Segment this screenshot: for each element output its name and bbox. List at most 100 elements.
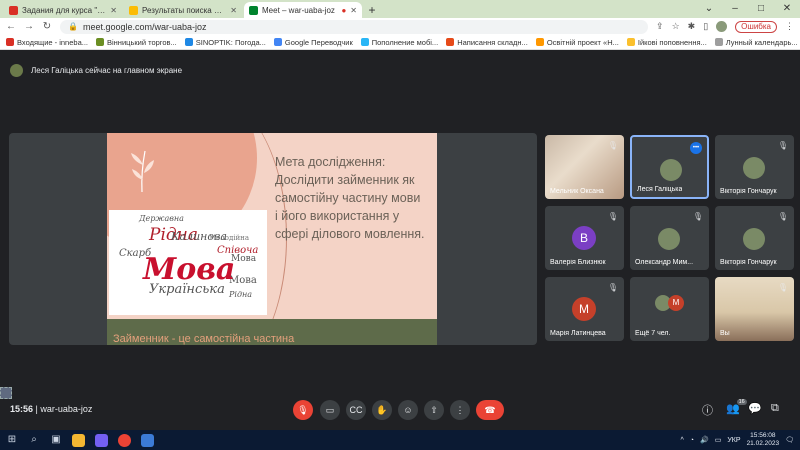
- wordcloud-sub: Українська: [149, 282, 225, 297]
- maximize-icon[interactable]: □: [748, 0, 774, 18]
- participant-avatar: [743, 157, 765, 179]
- language-indicator[interactable]: УКР: [727, 437, 740, 444]
- participant-name: Леся Галіцька: [637, 186, 683, 193]
- activities-button[interactable]: ⧉: [771, 402, 779, 415]
- profile-avatar[interactable]: [716, 21, 728, 32]
- participant-avatar: М: [668, 295, 684, 311]
- star-icon[interactable]: ☆: [672, 21, 680, 32]
- volume-icon[interactable]: 🔊: [700, 436, 709, 444]
- reload-icon[interactable]: ↻: [42, 21, 52, 32]
- bookmark-label: Написання складн...: [457, 37, 528, 47]
- sidebar-icon[interactable]: ▯: [703, 21, 708, 32]
- people-button[interactable]: 👥 16: [726, 399, 747, 415]
- clock-date: 21.02.2023: [746, 440, 780, 447]
- bookmark-label: Освітній проект «Н...: [546, 37, 619, 47]
- participant-tile[interactable]: 🎙 Вікторія Гончарук: [715, 206, 794, 270]
- lock-icon[interactable]: 🔒: [68, 22, 78, 31]
- emoji-button[interactable]: ☺: [398, 400, 418, 420]
- bookmark-item[interactable]: Лунный календарь...: [714, 38, 798, 47]
- notifications-icon[interactable]: 🗨: [785, 436, 794, 444]
- clock[interactable]: 15:56:08 21.02.2023: [747, 432, 780, 448]
- share-icon[interactable]: ⇪: [656, 21, 664, 32]
- tab-close-icon[interactable]: ✕: [350, 6, 357, 15]
- battery-icon[interactable]: ▭: [715, 436, 722, 444]
- browser-tab-active[interactable]: Meet – war-uaba-joz ● ✕: [244, 2, 362, 18]
- tab-favicon-icon: [9, 5, 18, 15]
- participant-avatar: М: [572, 297, 596, 321]
- participant-tile[interactable]: 🎙 Вікторія Гончарук: [715, 135, 794, 199]
- participant-tile[interactable]: М 🎙 Марія Латинцева: [545, 277, 624, 341]
- bookmark-item[interactable]: Входящие - inneba...: [6, 38, 88, 47]
- bookmark-label: SINOPTIK: Погода...: [195, 37, 266, 47]
- info-button[interactable]: ⓘ: [702, 402, 713, 418]
- tab-favicon-icon: [249, 5, 258, 15]
- error-button[interactable]: Ошибка: [735, 20, 777, 33]
- file-explorer-icon[interactable]: [72, 433, 85, 447]
- bookmark-item[interactable]: Ійкові поповнення...: [626, 38, 707, 47]
- bookmark-item[interactable]: Google Переводчик: [273, 38, 353, 47]
- new-tab-button[interactable]: +: [364, 2, 380, 18]
- camera-button[interactable]: ▭: [320, 400, 340, 420]
- bookmark-item[interactable]: Пополнение мобі...: [360, 37, 439, 47]
- wordcloud-word: Державна: [139, 214, 184, 223]
- raise-hand-button[interactable]: ✋: [372, 400, 392, 420]
- presenting-text: Леся Галіцька сейчас на главном экране: [31, 65, 183, 75]
- bookmark-label: Входящие - inneba...: [17, 37, 88, 47]
- menu-icon[interactable]: ⋮: [785, 21, 794, 32]
- clock-time: 15:56:08: [750, 432, 776, 439]
- participant-tile[interactable]: 🎙 Олександр Мим...: [630, 206, 709, 270]
- leaf-icon: [131, 150, 154, 193]
- participant-name: Марія Латинцева: [550, 330, 606, 337]
- slide-background: Мета дослідження: Дослідити займенник як…: [107, 133, 437, 345]
- main-stage[interactable]: Мета дослідження: Дослідити займенник як…: [9, 133, 537, 345]
- viber-icon[interactable]: [95, 433, 108, 447]
- participant-tile[interactable]: В 🎙 Валерія Близнюк: [545, 206, 624, 270]
- browser-tab[interactable]: Результаты поиска – Google Д... ✕: [124, 2, 242, 18]
- meeting-time: 15:56: [10, 404, 34, 414]
- windows-taskbar: ⊞ ⌕ ▣ ^ ◔ 🔊 ▭ УКР 15:56:08 21.02.2023 🗨: [0, 430, 800, 450]
- mic-off-button[interactable]: 🎙: [293, 400, 313, 420]
- bookmark-item[interactable]: Освітній проект «Н...: [535, 37, 619, 47]
- bookmark-favicon-icon: [714, 38, 723, 46]
- participant-name: Вікторія Гончарук: [720, 259, 777, 266]
- minimize-icon[interactable]: –: [722, 0, 748, 18]
- bookmark-item[interactable]: Написання складн...: [446, 38, 528, 47]
- close-window-icon[interactable]: ✕: [774, 0, 800, 18]
- back-icon[interactable]: ←: [6, 21, 16, 32]
- tab-close-icon[interactable]: ✕: [230, 6, 237, 15]
- more-participants-avatars: М: [655, 295, 684, 311]
- forward-icon[interactable]: →: [24, 21, 34, 32]
- browser-tab[interactable]: Задания для курса "ФБС-13 УКР" ✕: [4, 2, 122, 18]
- bookmark-item[interactable]: Вінницький торгов...: [96, 38, 177, 47]
- captions-button[interactable]: CC: [346, 400, 366, 420]
- participant-tile[interactable]: М Ещё 7 чел.: [630, 277, 709, 341]
- mic-off-icon: 🎙: [607, 141, 618, 150]
- extensions-icon[interactable]: ✱: [688, 21, 696, 32]
- mic-off-icon: 🎙: [607, 212, 618, 221]
- network-icon[interactable]: ◔: [690, 437, 694, 444]
- participant-tile[interactable]: 🎙 Вы: [715, 277, 794, 341]
- participant-tile[interactable]: ••• Леся Галіцька: [630, 135, 709, 199]
- bookmark-favicon-icon: [446, 38, 455, 46]
- meeting-info: 15:56 | war-uaba-joz: [10, 404, 92, 414]
- chat-button[interactable]: 💬: [748, 402, 762, 415]
- tab-search-icon[interactable]: ⌄: [696, 0, 722, 18]
- present-button[interactable]: ⇧: [424, 400, 444, 420]
- tray-expand-icon[interactable]: ^: [680, 437, 683, 444]
- more-options-button[interactable]: ⋮: [450, 400, 470, 420]
- bookmark-label: Пополнение мобі...: [371, 37, 439, 47]
- snipping-icon[interactable]: [141, 433, 154, 447]
- address-bar[interactable]: 🔒 meet.google.com/war-uaba-joz: [60, 19, 649, 34]
- windows-start-icon[interactable]: ⊞: [6, 434, 18, 446]
- search-icon[interactable]: ⌕: [28, 434, 40, 446]
- mic-off-icon: 🎙: [607, 283, 618, 292]
- participant-tile[interactable]: 🎙 Мельник Оксана: [545, 135, 624, 199]
- bookmark-favicon-icon: [535, 38, 544, 46]
- presenter-avatar: [10, 63, 23, 77]
- participant-name: Мельник Оксана: [550, 188, 604, 195]
- chrome-icon[interactable]: [118, 433, 131, 447]
- end-call-button[interactable]: ☎: [476, 400, 504, 420]
- bookmark-item[interactable]: SINOPTIK: Погода...: [184, 37, 266, 47]
- task-view-icon[interactable]: ▣: [50, 434, 62, 446]
- tab-close-icon[interactable]: ✕: [110, 6, 117, 15]
